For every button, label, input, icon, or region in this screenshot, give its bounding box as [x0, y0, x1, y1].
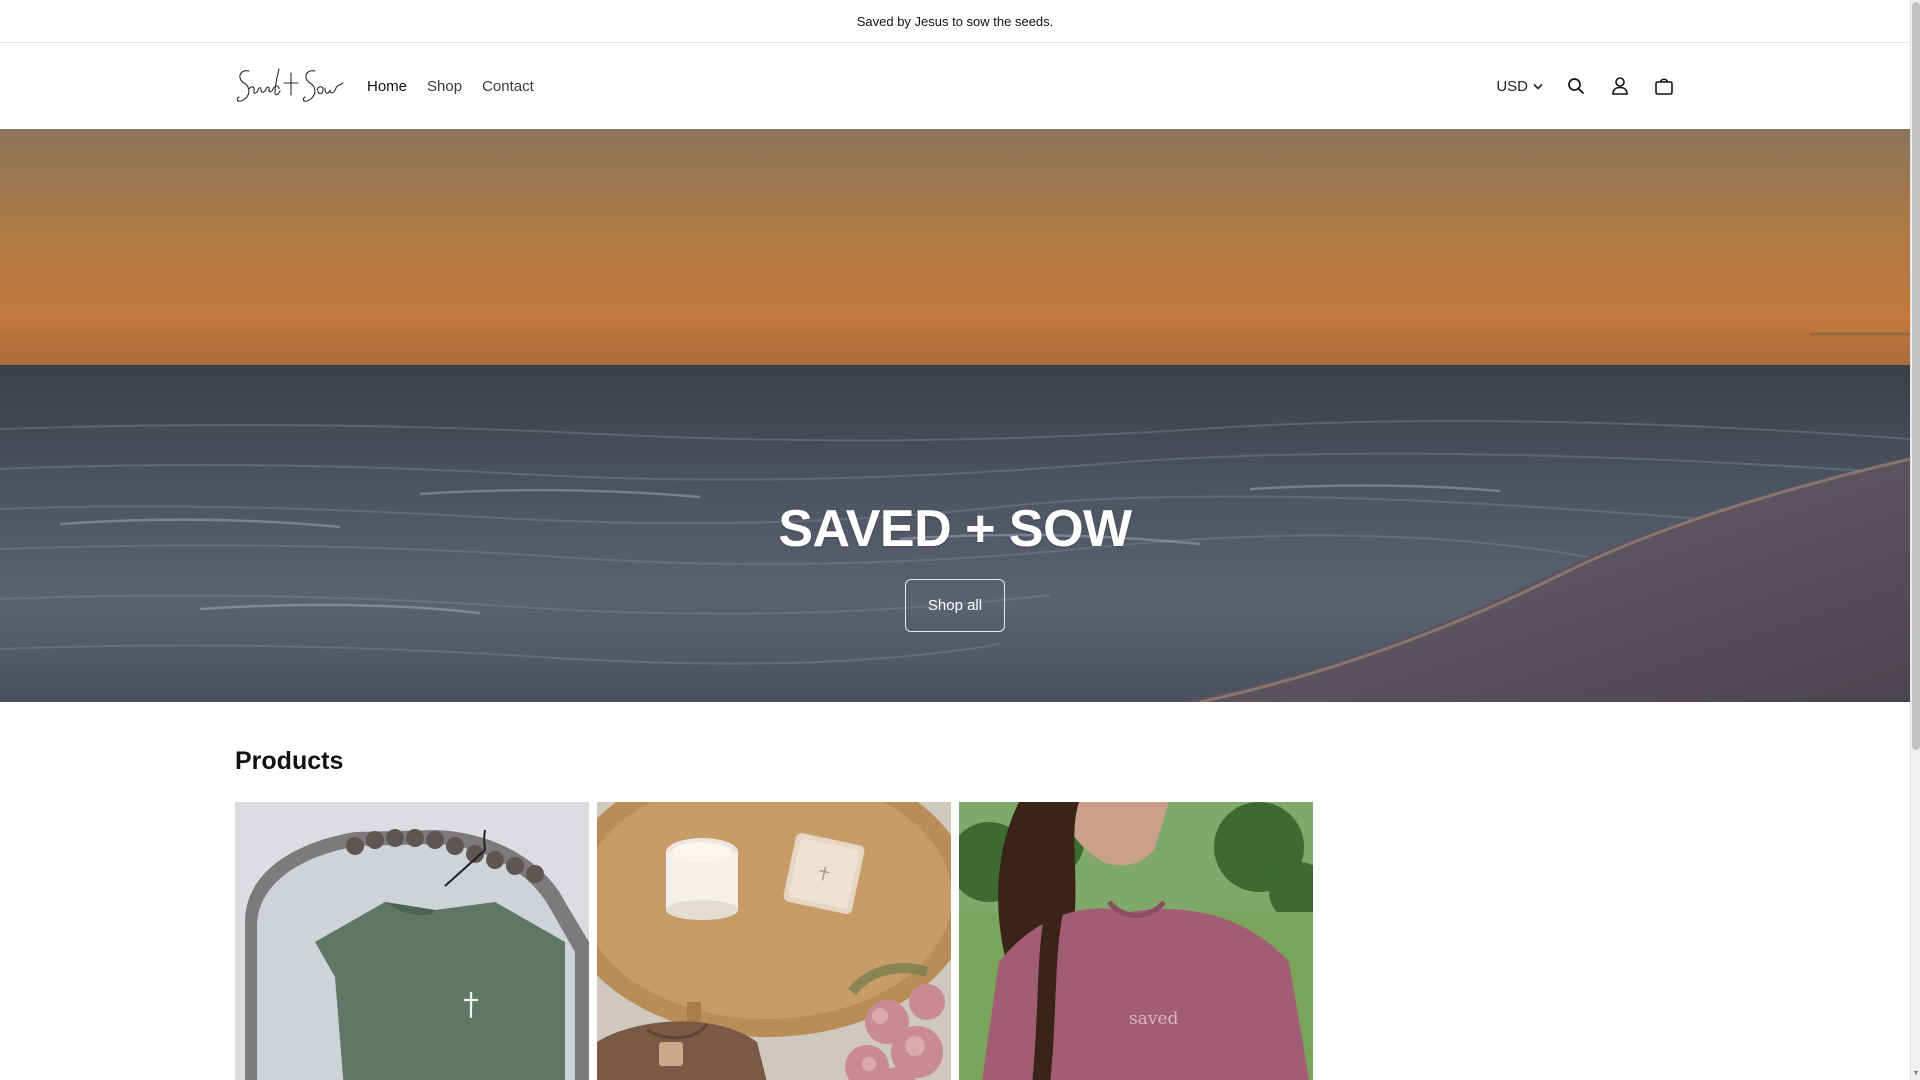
currency-label: USD — [1496, 77, 1528, 95]
hero-content: SAVED + SOW Shop all — [0, 499, 1910, 632]
cart-button[interactable] — [1653, 75, 1675, 97]
scroll-down-arrow[interactable]: ▼ — [1912, 1070, 1920, 1078]
logo[interactable] — [235, 63, 347, 109]
chevron-down-icon — [1533, 83, 1543, 90]
account-button[interactable] — [1609, 75, 1631, 97]
site-header: Home Shop Contact USD — [0, 43, 1910, 129]
scrollbar-thumb[interactable] — [1912, 2, 1920, 750]
product-image — [597, 802, 951, 1080]
products-section: Products saved — [235, 702, 1675, 1080]
logo-script — [236, 68, 344, 102]
announcement-text: Saved by Jesus to sow the seeds. — [856, 13, 1054, 29]
scrollbar[interactable]: ▼ — [1910, 0, 1920, 1080]
currency-selector[interactable]: USD — [1496, 78, 1543, 95]
hero-banner: SAVED + SOW Shop all — [0, 129, 1910, 702]
products-heading: Products — [235, 747, 344, 775]
hero-title: SAVED + SOW — [778, 500, 1132, 558]
nav-contact[interactable]: Contact — [482, 78, 534, 95]
tee-print-text: saved — [1129, 1009, 1179, 1029]
search-icon — [1568, 78, 1584, 94]
nav-home[interactable]: Home — [367, 78, 407, 95]
cart-icon — [1655, 78, 1673, 95]
main-nav: Home Shop Contact — [367, 78, 534, 95]
header-actions: USD — [1496, 75, 1675, 97]
page: Saved by Jesus to sow the seeds. Home Sh… — [0, 0, 1910, 1080]
product-card[interactable] — [597, 802, 951, 1080]
nav-shop[interactable]: Shop — [427, 78, 462, 95]
product-image — [235, 802, 589, 1080]
shop-all-button[interactable]: Shop all — [904, 579, 1006, 632]
product-card[interactable] — [235, 802, 589, 1080]
product-image: saved — [959, 802, 1313, 1080]
account-icon — [1612, 77, 1628, 95]
search-button[interactable] — [1565, 75, 1587, 97]
product-grid: saved — [235, 802, 1675, 1080]
announcement-bar: Saved by Jesus to sow the seeds. — [0, 0, 1910, 43]
product-card[interactable]: saved — [959, 802, 1313, 1080]
